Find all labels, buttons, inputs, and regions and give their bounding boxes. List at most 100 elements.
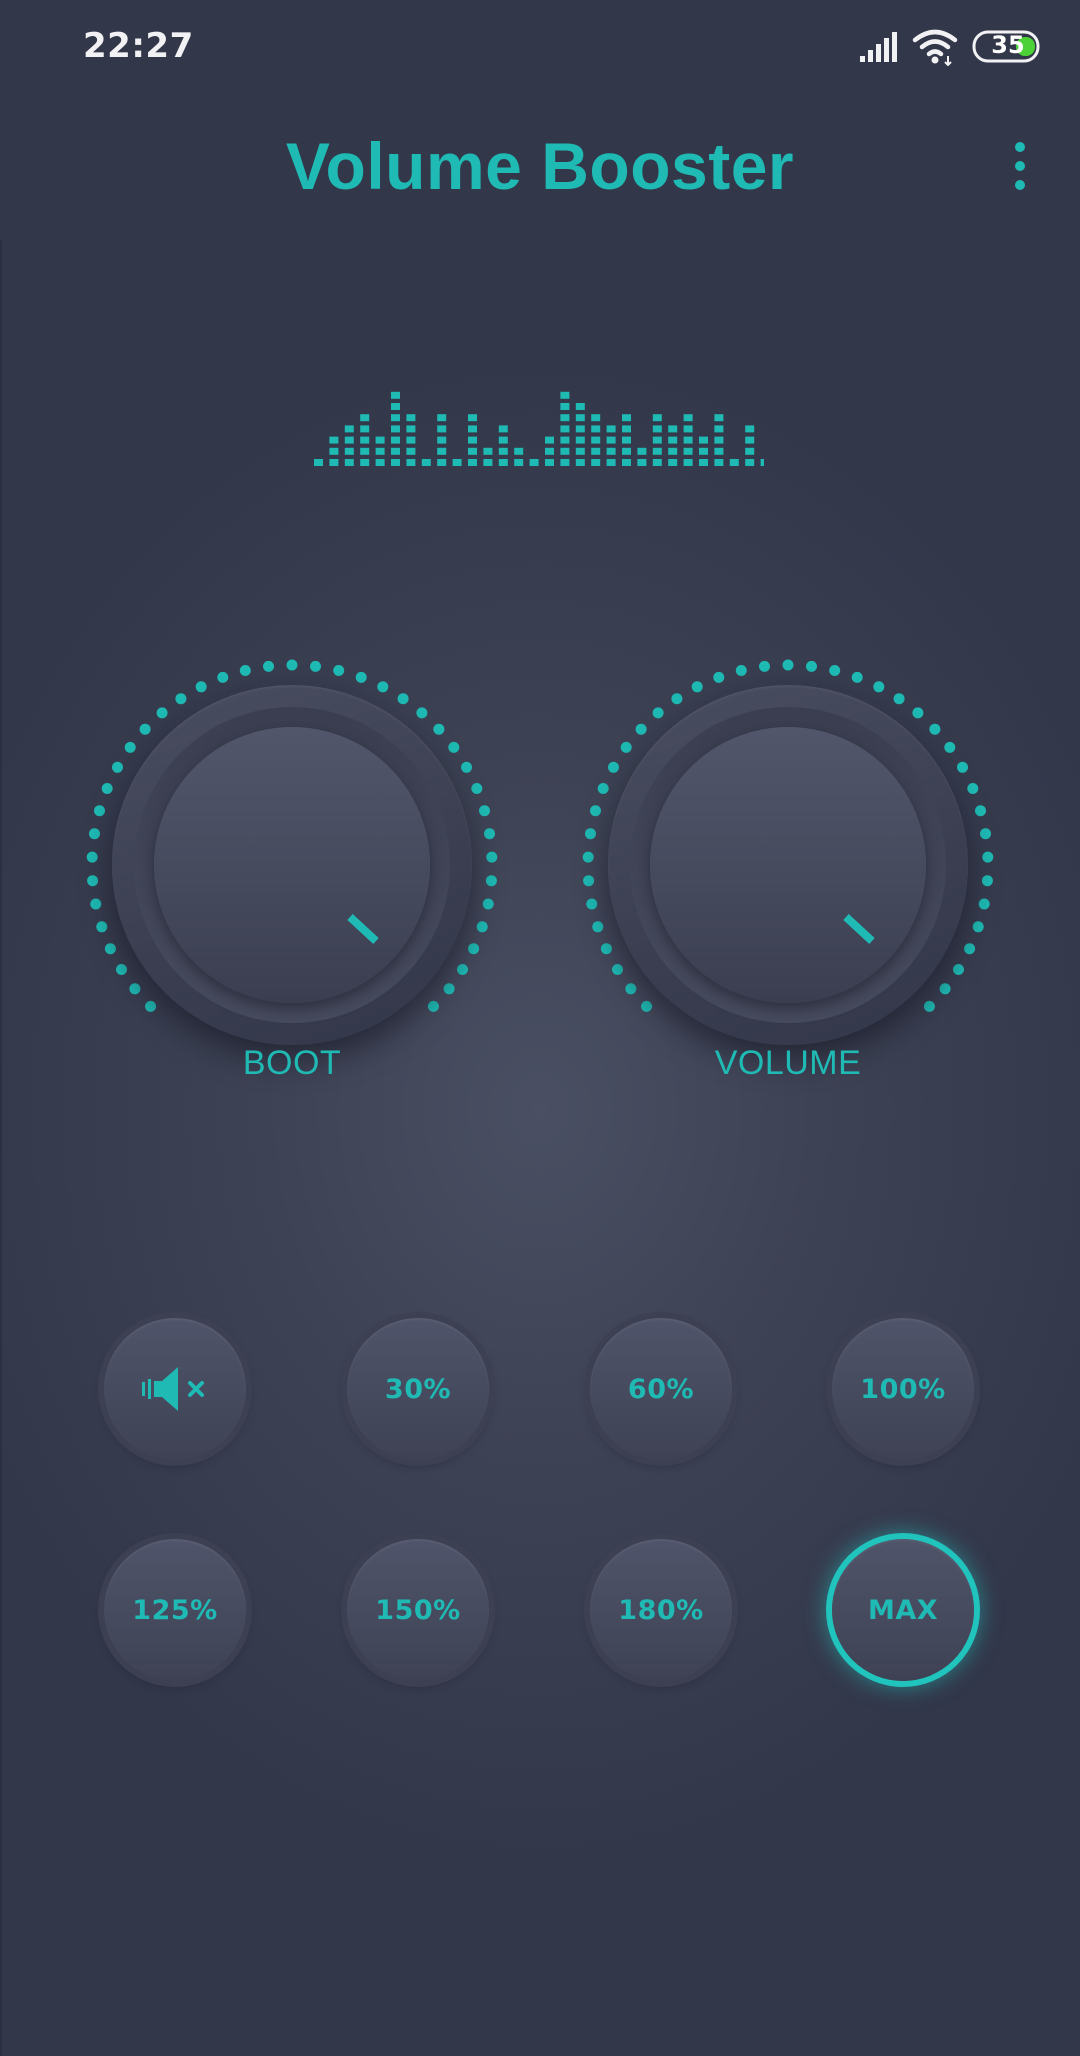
equalizer-segment xyxy=(714,459,724,466)
mute-icon xyxy=(142,1367,204,1411)
equalizer-segment xyxy=(468,436,477,444)
boost-knob-label: BOOT xyxy=(242,1044,342,1082)
equalizer-segment xyxy=(575,403,585,410)
equalizer-segment xyxy=(745,425,755,433)
equalizer-segment xyxy=(391,391,400,399)
equalizer-segment xyxy=(314,459,323,466)
equalizer-segment xyxy=(622,436,631,444)
equalizer-segment xyxy=(514,447,524,455)
equalizer-segment xyxy=(514,459,524,466)
equalizer-segment xyxy=(406,459,416,466)
more-vertical-icon[interactable] xyxy=(1000,138,1040,194)
equalizer-segment xyxy=(745,436,755,444)
equalizer-segment xyxy=(683,425,693,433)
equalizer-segment xyxy=(606,425,616,433)
preset-100-button[interactable]: 100% xyxy=(832,1318,974,1460)
equalizer-segment xyxy=(391,436,400,444)
equalizer-segment xyxy=(391,425,400,433)
equalizer-segment xyxy=(575,459,585,466)
equalizer-segment xyxy=(468,447,477,455)
equalizer-bars-icon xyxy=(314,391,764,466)
equalizer-segment xyxy=(498,447,508,455)
equalizer-segment xyxy=(760,459,764,466)
preset-label: 180% xyxy=(618,1594,704,1626)
equalizer-segment xyxy=(652,447,662,455)
preset-150-button[interactable]: 150% xyxy=(347,1539,489,1681)
equalizer-segment xyxy=(329,459,339,466)
status-bar: 22:27 35 xyxy=(0,0,1080,96)
equalizer-segment xyxy=(560,403,570,410)
equalizer-segment xyxy=(329,447,339,455)
equalizer-segment xyxy=(699,447,708,455)
equalizer-segment xyxy=(591,447,601,455)
status-time: 22:27 xyxy=(83,26,194,66)
preset-max-button[interactable]: MAX xyxy=(832,1539,974,1681)
mute-button[interactable] xyxy=(104,1318,246,1460)
volume-knob[interactable] xyxy=(578,655,998,1075)
preset-label: MAX xyxy=(867,1594,939,1626)
equalizer-segment xyxy=(668,447,678,455)
equalizer-segment xyxy=(406,436,416,444)
equalizer-segment xyxy=(606,447,616,455)
equalizer-segment xyxy=(560,414,570,422)
equalizer-segment xyxy=(699,459,708,466)
signal-icon xyxy=(860,32,897,62)
preset-180-button[interactable]: 180% xyxy=(590,1539,732,1681)
equalizer-segment xyxy=(560,459,570,466)
equalizer-segment xyxy=(729,459,739,466)
preset-label: 100% xyxy=(860,1373,946,1405)
equalizer-segment xyxy=(498,425,508,433)
equalizer-segment xyxy=(344,459,354,466)
equalizer-segment xyxy=(437,436,447,444)
volume-knob-indicator xyxy=(843,914,875,944)
boost-knob[interactable] xyxy=(82,655,502,1075)
equalizer-segment xyxy=(560,447,570,455)
equalizer-segment xyxy=(575,436,585,444)
equalizer-segment xyxy=(714,436,724,444)
equalizer-segment xyxy=(360,459,370,466)
equalizer-segment xyxy=(652,459,662,466)
equalizer-segment xyxy=(437,447,447,455)
equalizer-segment xyxy=(683,447,693,455)
equalizer-segment xyxy=(637,447,647,455)
equalizer-segment xyxy=(498,459,508,466)
equalizer-segment xyxy=(545,459,554,466)
equalizer-segment xyxy=(545,447,554,455)
equalizer-segment xyxy=(606,436,616,444)
equalizer-segment xyxy=(437,425,447,433)
equalizer-segment xyxy=(498,436,508,444)
equalizer-segment xyxy=(375,447,385,455)
preset-label: 125% xyxy=(132,1594,218,1626)
equalizer-segment xyxy=(714,414,724,422)
equalizer-segment xyxy=(344,436,354,444)
equalizer-segment xyxy=(391,403,400,410)
preset-125-button[interactable]: 125% xyxy=(104,1539,246,1681)
equalizer-segment xyxy=(683,436,693,444)
equalizer-segment xyxy=(560,436,570,444)
equalizer-segment xyxy=(406,425,416,433)
wifi-icon xyxy=(912,29,958,66)
equalizer-segment xyxy=(375,436,385,444)
equalizer-segment xyxy=(529,459,539,466)
equalizer-segment xyxy=(360,414,370,422)
equalizer-segment xyxy=(622,447,631,455)
equalizer-segment xyxy=(391,414,400,422)
left-edge-divider xyxy=(0,240,2,2056)
preset-30-button[interactable]: 30% xyxy=(347,1318,489,1460)
equalizer-segment xyxy=(360,447,370,455)
equalizer-segment xyxy=(406,414,416,422)
equalizer-segment xyxy=(714,447,724,455)
equalizer-segment xyxy=(421,459,431,466)
equalizer-segment xyxy=(652,414,662,422)
equalizer-segment xyxy=(591,436,601,444)
equalizer-segment xyxy=(575,425,585,433)
equalizer-segment xyxy=(375,459,385,466)
preset-60-button[interactable]: 60% xyxy=(590,1318,732,1460)
equalizer-segment xyxy=(668,436,678,444)
equalizer-segment xyxy=(699,436,708,444)
equalizer-segment xyxy=(344,425,354,433)
equalizer-segment xyxy=(652,425,662,433)
equalizer-segment xyxy=(622,414,631,422)
equalizer-segment xyxy=(483,447,493,455)
equalizer-segment xyxy=(637,459,647,466)
